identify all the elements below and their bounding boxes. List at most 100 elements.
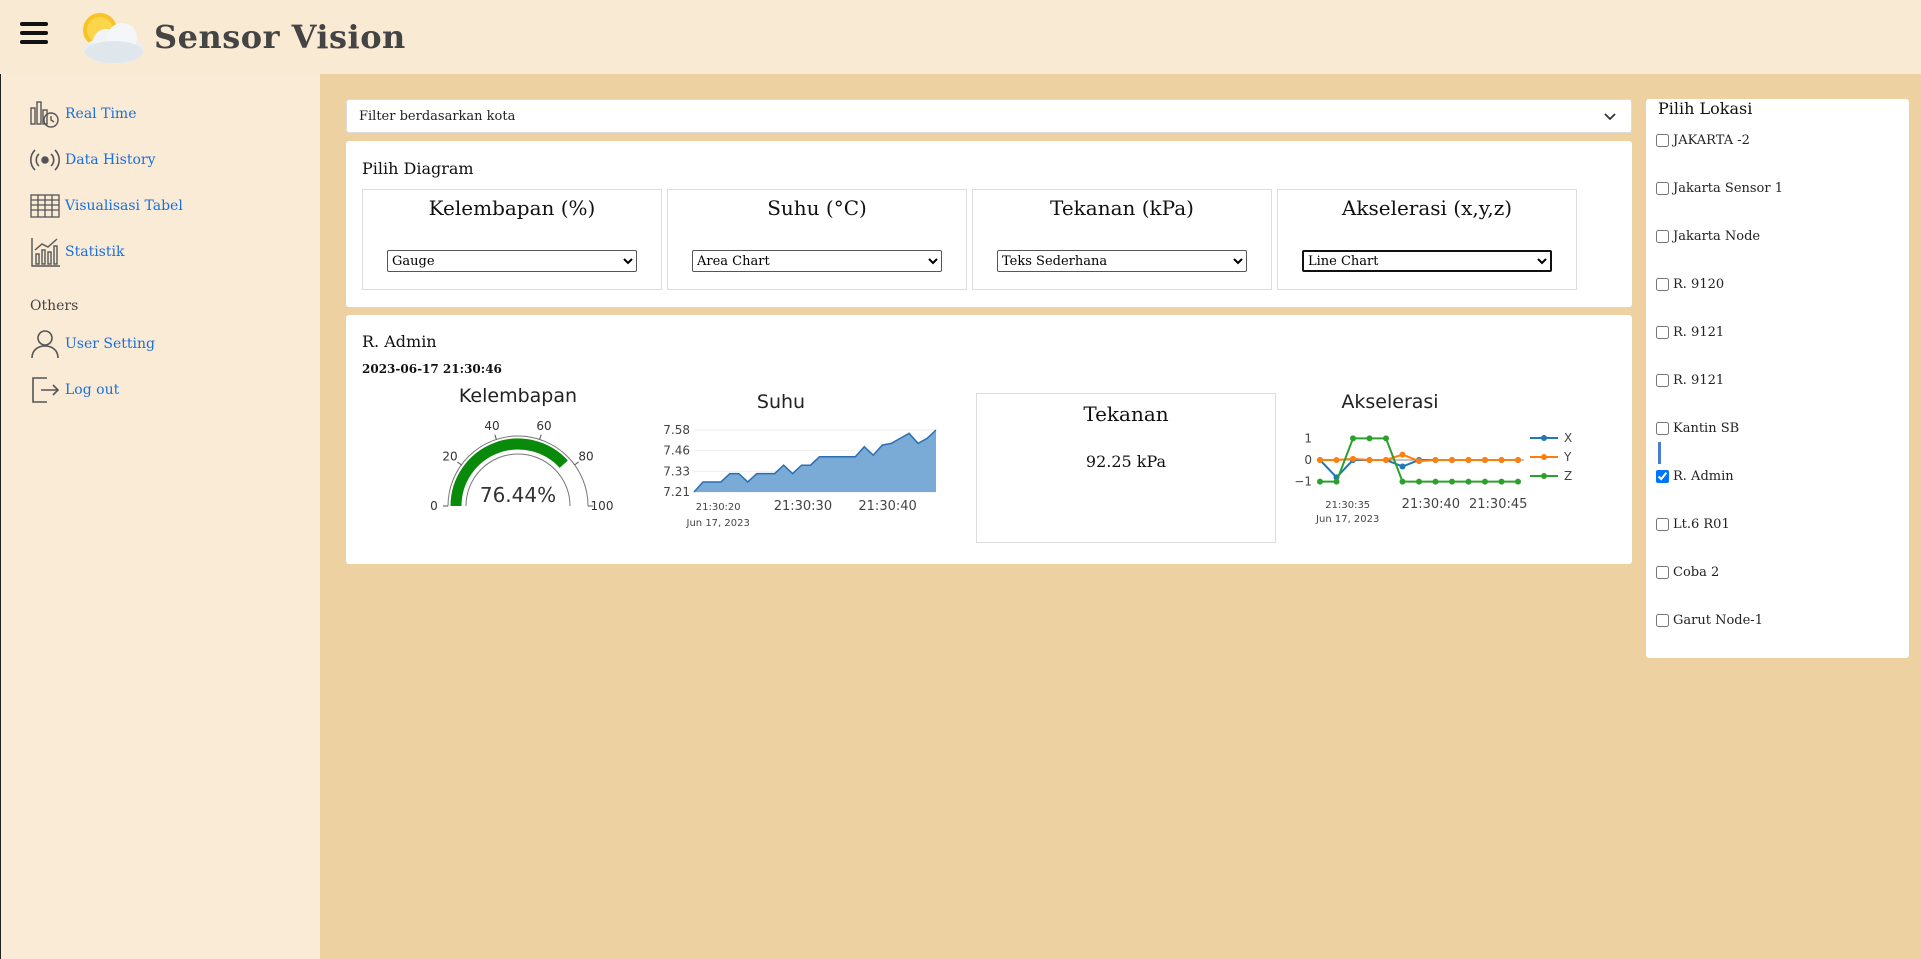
city-filter-dropdown[interactable]: Filter berdasarkan kota [346,99,1632,133]
location-checkbox[interactable] [1656,422,1669,435]
app-title: Sensor Vision [154,18,406,56]
sidebar-item-log-out[interactable]: Log out [29,374,119,406]
diagram-cell-heading: Tekanan (kPa) [1050,196,1194,220]
location-label: Lt.6 R01 [1673,517,1730,532]
gauge-tick [457,461,462,466]
tekanan-title: Tekanan [1083,402,1169,426]
hamburger-menu-icon[interactable] [20,22,48,48]
location-label: Coba 2 [1673,565,1720,580]
line-point-y [1449,457,1455,463]
location-option[interactable]: R. 9121 [1656,325,1724,340]
sidebar-item-label: Statistik [65,244,125,260]
location-checkbox[interactable] [1656,374,1669,387]
legend-label: X [1564,431,1572,445]
location-label: R. 9121 [1673,373,1725,388]
location-option[interactable]: Coba 2 [1656,565,1719,580]
kelembapan-chart-select[interactable]: Gauge [387,250,637,272]
location-panel: Pilih Lokasi JAKARTA -2 Jakarta Sensor 1 J… [1646,99,1909,658]
area-y-tick-label: 7.21 [663,485,690,499]
legend-marker [1541,454,1547,460]
gauge-tick-label: 60 [536,419,551,433]
sidebar-item-label: Visualisasi Tabel [65,198,183,214]
sidebar-item-visualisasi-tabel[interactable]: Visualisasi Tabel [29,190,183,222]
area-x-tick-label: 21:30:30 [774,499,832,514]
line-x-tick-label: 21:30:45 [1469,497,1527,512]
location-checkbox[interactable] [1656,326,1669,339]
location-option[interactable]: R. 9120 [1656,277,1724,292]
line-point-y [1333,457,1340,463]
gauge-tick-label: 100 [591,499,614,513]
suhu-chart-title: Suhu [756,391,806,413]
sidebar-item-user-setting[interactable]: User Setting [29,328,155,360]
area-x-sublabel: Jun 17, 2023 [686,518,750,529]
line-x-tick-label: 21:30:40 [1402,497,1460,512]
line-point-z [1366,435,1373,442]
location-checkbox[interactable] [1656,278,1669,291]
location-option[interactable]: Lt.6 R01 [1656,517,1730,532]
gauge-tick-label: 0 [430,499,438,513]
line-point-y [1350,455,1356,462]
sidebar-item-label: Data History [65,152,156,168]
location-checkbox[interactable] [1656,518,1669,531]
area-y-tick-label: 7.33 [663,464,690,478]
line-point-z [1432,478,1439,485]
humidity-gauge: 0 20 40 60 80 100 76.44% [430,419,614,513]
sidebar-item-real-time[interactable]: Real Time [29,98,136,130]
sidebar-section-others: Others [30,298,79,314]
area-y-tick-label: 7.58 [663,423,690,437]
location-option[interactable]: Garut Node-1 [1656,613,1763,628]
line-point-y [1465,457,1472,463]
gauge-tick [494,434,497,440]
tekanan-chart-select[interactable]: Teks Sederhana [997,250,1247,272]
line-point-z [1333,478,1340,485]
location-option[interactable]: Jakarta Node [1656,229,1760,244]
location-option[interactable]: R. 9121 [1656,373,1724,388]
gauge-tick-label: 20 [442,450,457,464]
location-checkbox[interactable] [1656,614,1669,627]
diagram-selector-card: Pilih Diagram Kelembapan (%) Gauge Suhu … [346,141,1632,307]
line-point-z [1416,478,1422,485]
line-point-z [1515,478,1521,485]
location-checkbox[interactable] [1656,566,1669,579]
user-icon [31,330,59,359]
location-label: Garut Node-1 [1673,613,1763,628]
akselerasi-chart-select[interactable]: Line Chart [1302,250,1552,272]
line-point-x [1399,463,1406,470]
line-point-z [1317,478,1323,485]
app-header: Sensor Vision [0,0,1921,74]
location-option[interactable]: R. Admin [1656,469,1734,484]
broadcast-icon [30,149,60,171]
gauge-tick-label: 80 [578,450,593,464]
gauge-title: Kelembapan [458,385,578,407]
location-checkbox[interactable] [1656,182,1669,195]
legend-marker [1541,473,1547,479]
scrollbar-thumb[interactable] [1658,442,1661,464]
line-point-z [1350,435,1356,442]
line-point-z [1498,478,1505,485]
location-option[interactable]: JAKARTA -2 [1656,133,1750,148]
legend-label: Z [1564,469,1572,483]
suhu-chart-select[interactable]: Area Chart [692,250,942,272]
location-checkbox[interactable] [1656,134,1669,147]
diagram-selector-title: Pilih Diagram [362,159,474,178]
legend-marker [1541,435,1547,441]
gauge-tick-label: 40 [484,419,499,433]
legend-label: Y [1563,450,1572,464]
location-option[interactable]: Kantin SB [1656,421,1739,436]
sidebar-item-statistik[interactable]: Statistik [29,236,124,268]
location-checkbox[interactable] [1656,470,1669,483]
diagram-cell-suhu: Suhu (°C) Area Chart [667,189,967,290]
line-point-z [1482,478,1488,485]
location-checkbox[interactable] [1656,230,1669,243]
location-label: JAKARTA -2 [1673,133,1750,148]
location-option[interactable]: Jakarta Sensor 1 [1656,181,1783,196]
line-point-y [1399,451,1406,458]
location-panel-title: Pilih Lokasi [1658,99,1753,118]
tekanan-value: 92.25 kPa [1085,452,1167,471]
tekanan-panel: Tekanan 92.25 kPa [976,393,1276,543]
sidebar-item-data-history[interactable]: Data History [29,144,156,176]
line-point-z [1465,478,1472,485]
line-x-tick-label: 21:30:35 [1325,500,1370,511]
sidebar-item-label: User Setting [65,336,155,352]
location-label: R. Admin [1673,469,1734,484]
